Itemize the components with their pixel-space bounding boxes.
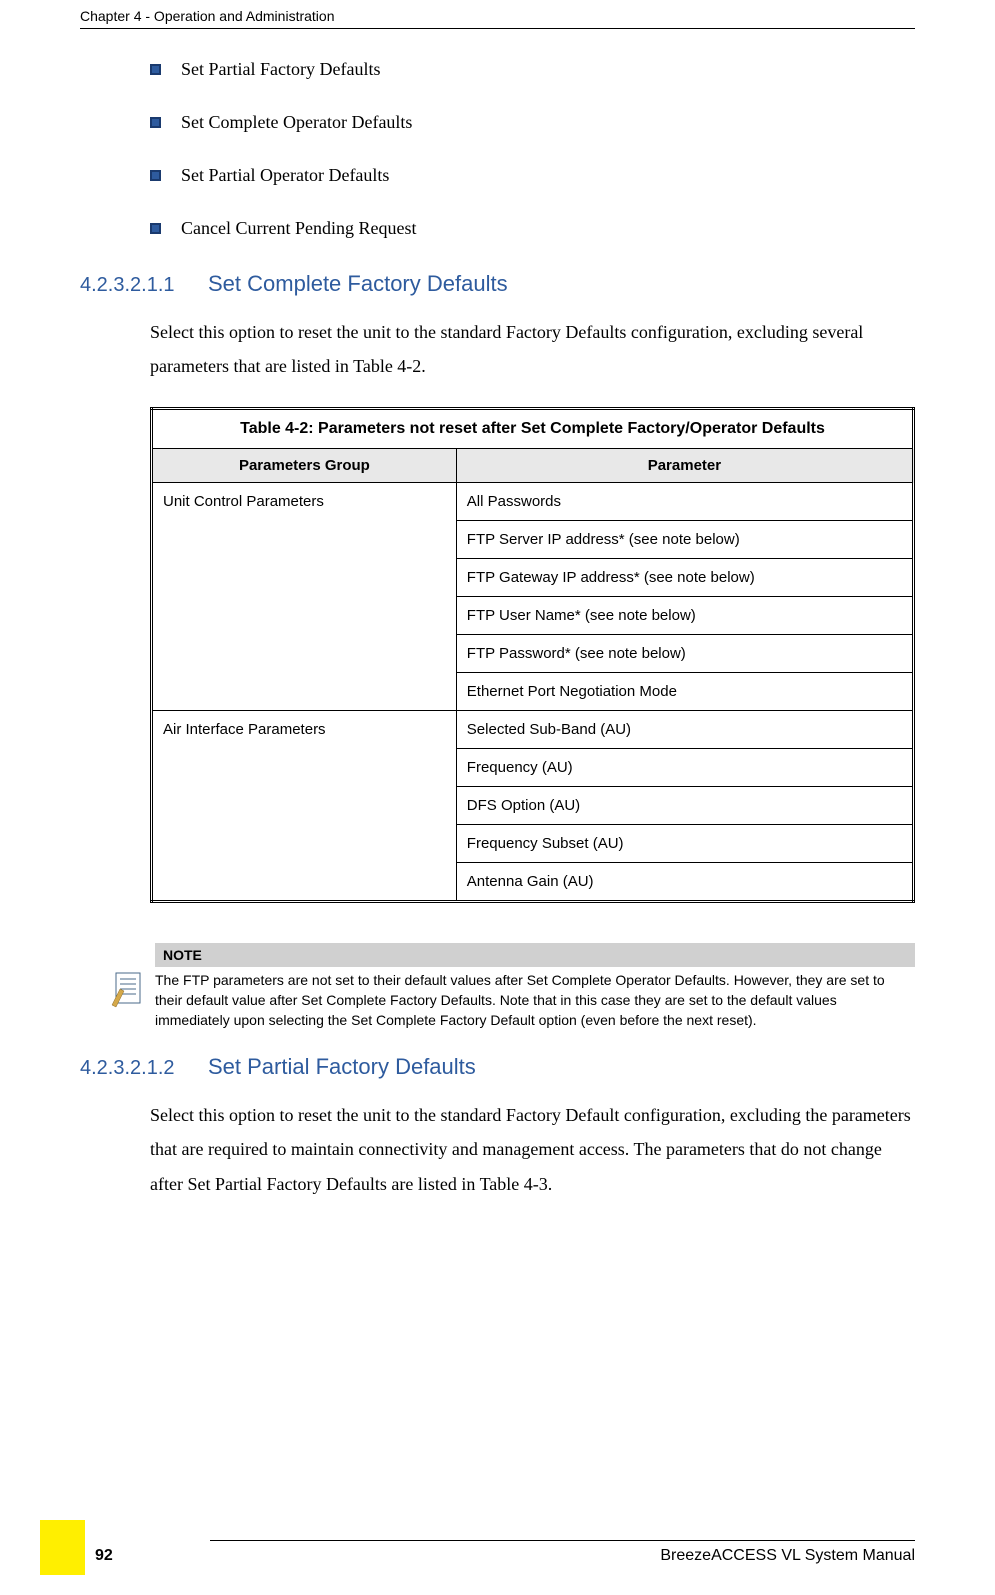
group-cell: Unit Control Parameters: [152, 483, 457, 711]
chapter-header: Chapter 4 - Operation and Administration: [80, 0, 915, 29]
bullet-icon: [150, 223, 161, 234]
list-item: Set Partial Factory Defaults: [150, 59, 915, 80]
note-text: The FTP parameters are not set to their …: [155, 967, 915, 1034]
param-cell: Frequency Subset (AU): [456, 825, 913, 863]
col-header-group: Parameters Group: [152, 449, 457, 483]
section-number: 4.2.3.2.1.2: [80, 1057, 190, 1080]
list-item: Set Complete Operator Defaults: [150, 112, 915, 133]
page-number: 92: [85, 1547, 113, 1575]
note-header: NOTE: [155, 943, 915, 967]
bullet-text: Set Partial Operator Defaults: [181, 165, 389, 186]
chapter-title: Chapter 4 - Operation and Administration: [80, 8, 334, 24]
section-body-2: Select this option to reset the unit to …: [150, 1098, 915, 1201]
col-header-parameter: Parameter: [456, 449, 913, 483]
param-cell: FTP Gateway IP address* (see note below): [456, 559, 913, 597]
param-cell: FTP Password* (see note below): [456, 635, 913, 673]
param-cell: FTP User Name* (see note below): [456, 597, 913, 635]
section-heading-2: 4.2.3.2.1.2 Set Partial Factory Defaults: [80, 1054, 915, 1080]
parameters-table: Table 4-2: Parameters not reset after Se…: [150, 407, 915, 903]
list-item: Cancel Current Pending Request: [150, 218, 915, 239]
note-content: NOTE The FTP parameters are not set to t…: [155, 943, 915, 1034]
param-cell: DFS Option (AU): [456, 787, 913, 825]
bullet-icon: [150, 117, 161, 128]
table-row: Air Interface Parameters Selected Sub-Ba…: [152, 711, 914, 749]
section-number: 4.2.3.2.1.1: [80, 274, 190, 297]
param-cell: Antenna Gain (AU): [456, 863, 913, 902]
section-heading-1: 4.2.3.2.1.1 Set Complete Factory Default…: [80, 271, 915, 297]
footer: BreezeACCESS VL System Manual: [0, 1540, 995, 1565]
bullet-icon: [150, 64, 161, 75]
param-cell: All Passwords: [456, 483, 913, 521]
note-block: NOTE The FTP parameters are not set to t…: [110, 943, 915, 1034]
table-header-row: Parameters Group Parameter: [152, 449, 914, 483]
param-cell: Selected Sub-Band (AU): [456, 711, 913, 749]
list-item: Set Partial Operator Defaults: [150, 165, 915, 186]
yellow-marker: [40, 1520, 85, 1575]
table-title: Table 4-2: Parameters not reset after Se…: [152, 409, 914, 449]
bullet-text: Set Complete Operator Defaults: [181, 112, 412, 133]
table-title-row: Table 4-2: Parameters not reset after Se…: [152, 409, 914, 449]
section-title: Set Partial Factory Defaults: [208, 1054, 476, 1080]
bullet-icon: [150, 170, 161, 181]
note-icon: [110, 971, 145, 1011]
param-cell: Ethernet Port Negotiation Mode: [456, 673, 913, 711]
param-cell: Frequency (AU): [456, 749, 913, 787]
section-body-1: Select this option to reset the unit to …: [150, 315, 915, 383]
page-number-block: 92: [40, 1520, 113, 1575]
bullet-text: Cancel Current Pending Request: [181, 218, 416, 239]
table-row: Unit Control Parameters All Passwords: [152, 483, 914, 521]
section-title: Set Complete Factory Defaults: [208, 271, 508, 297]
param-cell: FTP Server IP address* (see note below): [456, 521, 913, 559]
bullet-list: Set Partial Factory Defaults Set Complet…: [150, 59, 915, 239]
manual-name: BreezeACCESS VL System Manual: [210, 1547, 915, 1565]
bullet-text: Set Partial Factory Defaults: [181, 59, 380, 80]
group-cell: Air Interface Parameters: [152, 711, 457, 902]
